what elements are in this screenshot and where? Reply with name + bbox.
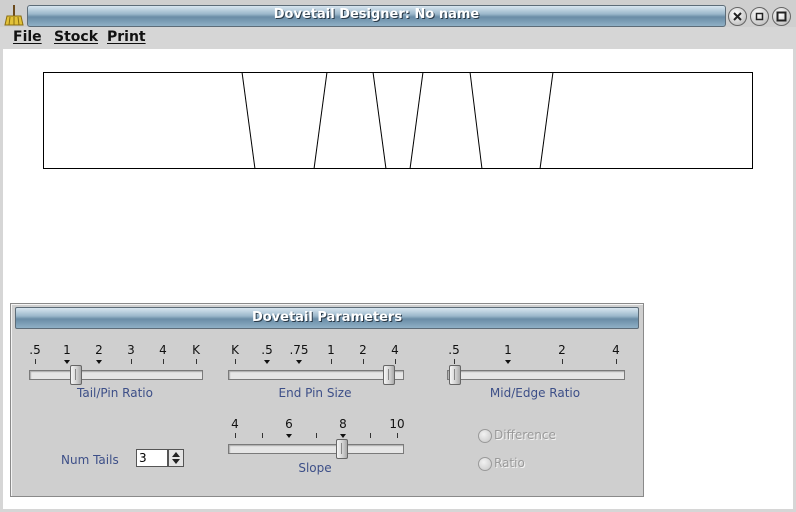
panel-title: Dovetail Parameters [251,310,403,325]
mid-edge-ratio-caption: Mid/Edge Ratio [489,386,581,400]
tick-mark [131,359,132,364]
tick-label: .5 [29,343,41,357]
tick-mark [331,359,332,364]
tick-label: 4 [159,343,167,357]
ratio-label: Ratio [494,456,525,470]
spin-arrows-icon[interactable] [168,449,184,467]
tick-arrow [286,434,292,438]
tick-label: 1 [504,343,512,357]
tick-mark [196,359,197,364]
drawing-canvas[interactable] [3,49,793,302]
tick-label: .75 [289,343,309,357]
tick-mark [397,433,398,438]
dovetail-drawing [43,72,753,170]
tick-mark [163,359,164,364]
tick-mark [370,433,371,438]
mid-edge-ratio-track[interactable] [447,370,625,380]
slope-caption: Slope [298,461,332,475]
title-bar[interactable]: Dovetail Designer: No name [0,0,796,30]
tick-mark [35,359,36,364]
maximize-icon[interactable] [772,7,791,26]
tick-mark [262,433,263,438]
tick-label: .5 [261,343,273,357]
title-strip[interactable]: Dovetail Designer: No name [27,5,726,27]
close-icon[interactable] [728,7,747,26]
broom-icon[interactable] [3,4,25,26]
board-outline [43,72,753,169]
tick-label: 2 [558,343,566,357]
tick-label: .5 [448,343,460,357]
window-title: Dovetail Designer: No name [273,7,480,22]
tick-arrow [64,360,70,364]
tick-label: 2 [95,343,103,357]
menu-bar: File Stock Print [0,27,796,49]
num-tails-label: Num Tails [61,453,119,467]
tick-mark [235,359,236,364]
tick-label: 4 [231,417,239,431]
end-pin-size-handle[interactable] [383,365,395,385]
panel-title-bar[interactable]: Dovetail Parameters [15,307,639,329]
menu-stock[interactable]: Stock [54,29,98,45]
tick-arrow [96,360,102,364]
tail-pin-ratio-caption: Tail/Pin Ratio [77,386,153,400]
slope-handle[interactable] [336,439,348,459]
tick-mark [616,359,617,364]
tick-label: 3 [127,343,135,357]
tick-label: 6 [285,417,293,431]
dovetail-parameters-panel: Dovetail Parameters .5 1 2 3 4 K Tail/Pi… [10,303,644,497]
tick-mark [363,359,364,364]
tick-mark [316,433,317,438]
tick-mark [395,359,396,364]
tick-label: 10 [389,417,405,431]
num-tails-input[interactable] [136,449,168,467]
tick-label: 1 [327,343,335,357]
end-pin-size-track[interactable] [228,370,404,380]
tick-label: K [231,343,239,357]
difference-radio[interactable] [478,429,492,443]
tick-mark [235,433,236,438]
tick-arrow [296,360,302,364]
tick-arrow [264,360,270,364]
menu-file[interactable]: File [13,29,42,45]
menu-print[interactable]: Print [107,29,146,45]
tick-arrow [340,434,346,438]
tick-label: K [192,343,200,357]
slope-track[interactable] [228,444,404,454]
ratio-radio[interactable] [478,457,492,471]
tick-label: 4 [391,343,399,357]
tick-label: 1 [63,343,71,357]
mid-edge-ratio-handle[interactable] [449,365,461,385]
tick-arrow [505,360,511,364]
difference-label: Difference [494,428,556,442]
tail-pin-ratio-handle[interactable] [70,365,82,385]
minimize-icon[interactable] [750,7,769,26]
tick-label: 4 [612,343,620,357]
tail-pin-ratio-track[interactable] [29,370,203,380]
tick-label: 8 [339,417,347,431]
tick-mark [562,359,563,364]
end-pin-size-caption: End Pin Size [278,386,352,400]
tick-label: 2 [359,343,367,357]
tick-mark [454,359,455,364]
